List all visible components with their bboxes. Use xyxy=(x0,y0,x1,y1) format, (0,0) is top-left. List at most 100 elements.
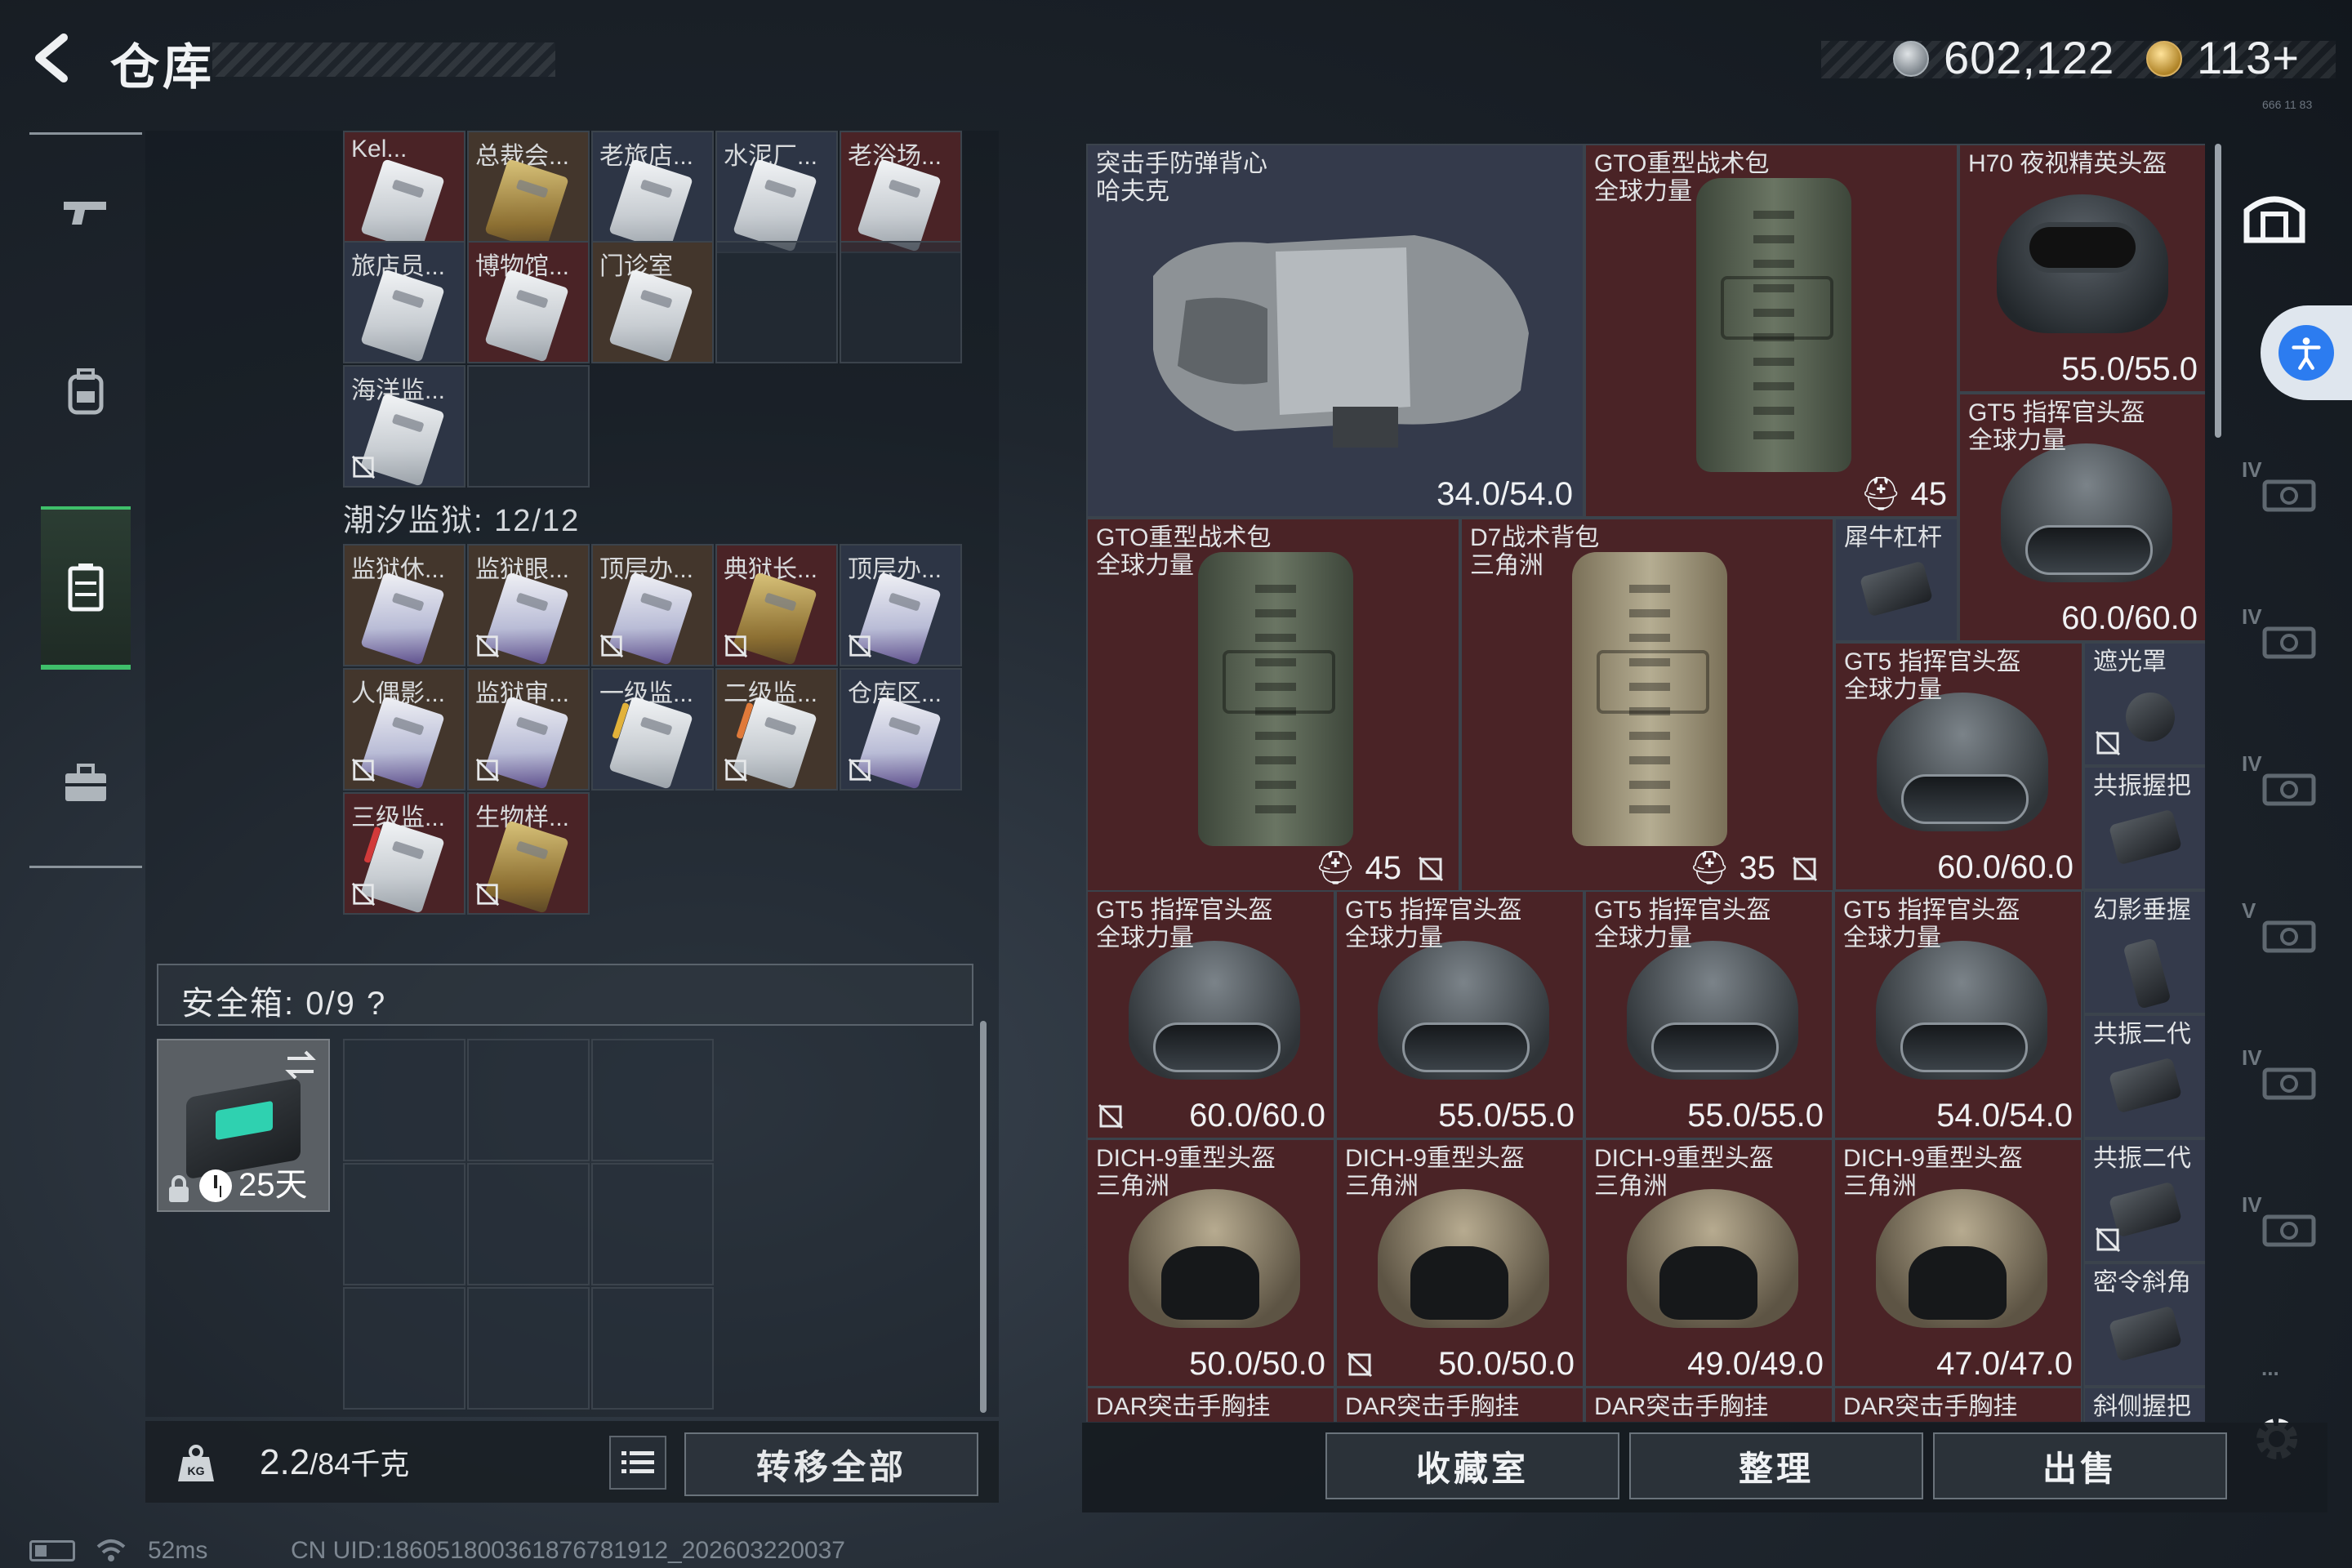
safebox-case[interactable]: 25天 xyxy=(157,1039,330,1212)
rail-filter-4[interactable]: IV xyxy=(2242,1045,2332,1119)
swap-icon[interactable] xyxy=(283,1047,318,1083)
list-view-button[interactable] xyxy=(609,1436,666,1490)
keycard-slot[interactable]: Kel... xyxy=(343,131,466,253)
stash-item-d7-pack[interactable]: D7战术背包 三角洲 ⛑ 35 xyxy=(1460,518,1834,892)
empty-slot[interactable] xyxy=(715,241,838,363)
stash-item-gto-pack[interactable]: GTO重型战术包 全球力量 ⛑ 45 xyxy=(1584,144,1958,518)
keycard-slot[interactable]: 顶层办... xyxy=(840,544,962,666)
storage-scrollbar[interactable] xyxy=(980,1021,987,1413)
keycard-slot[interactable]: 博物馆... xyxy=(467,241,590,363)
safebox-slot[interactable] xyxy=(467,1287,590,1410)
stash-item-dich-helmet[interactable]: DICH-9重型头盔 三角洲 50.0/50.0 xyxy=(1335,1138,1584,1388)
rail-filter-0[interactable]: IV xyxy=(2242,457,2332,531)
keycard-slot[interactable]: 老旅店... xyxy=(591,131,714,253)
item-name: DAR突击手胸挂 xyxy=(1345,1393,1520,1420)
stash-item-dar-rig[interactable]: DAR突击手胸挂 xyxy=(1833,1387,2082,1422)
organize-button[interactable]: 整理 xyxy=(1629,1432,1923,1499)
page-title: 仓库 xyxy=(110,40,215,95)
gold-amount[interactable]: 113+ xyxy=(2197,31,2300,84)
stash-item-gto-pack-2[interactable]: GTO重型战术包 全球力量 ⛑ 45 xyxy=(1086,518,1460,892)
keycard-slot[interactable]: 二级监... xyxy=(715,668,838,791)
safebox-slot[interactable] xyxy=(467,1163,590,1285)
nav-weapons[interactable] xyxy=(41,155,131,270)
nav-divider-bottom xyxy=(29,866,142,868)
stash-item-vest[interactable]: 突击手防弹背心 哈夫克 34.0/54.0 xyxy=(1086,144,1584,518)
stash-item-dar-rig[interactable]: DAR突击手胸挂 xyxy=(1584,1387,1833,1422)
stash-item-gt5-helmet[interactable]: GT5 指挥官头盔 全球力量 55.0/55.0 xyxy=(1335,890,1584,1139)
stash-item-command-angle[interactable]: 密令斜角 xyxy=(2083,1263,2205,1387)
keycard-slot[interactable]: 仓库区... xyxy=(840,668,962,791)
safebox-slot[interactable] xyxy=(343,1039,466,1161)
stash-item-h70-helmet[interactable]: H70 夜视精英头盔 55.0/55.0 xyxy=(1958,144,2205,393)
rail-filter-2[interactable]: IV xyxy=(2242,751,2332,825)
safebox-slot[interactable] xyxy=(591,1287,714,1410)
stash-item-gt5-helmet[interactable]: GT5 指挥官头盔 全球力量 60.0/60.0 xyxy=(1958,393,2205,642)
stash-item-dich-helmet[interactable]: DICH-9重型头盔 三角洲 47.0/47.0 xyxy=(1833,1138,2082,1388)
gear-filter-icon xyxy=(2262,1067,2316,1100)
empty-slot[interactable] xyxy=(840,241,962,363)
keycard-slot[interactable]: 旅店员... xyxy=(343,241,466,363)
item-name: 突击手防弹背心 哈夫克 xyxy=(1096,150,1267,205)
nav-toolbox[interactable] xyxy=(41,727,131,841)
stash-item-gt5-helmet[interactable]: GT5 指挥官头盔 全球力量 55.0/55.0 xyxy=(1584,890,1833,1139)
stash-item-side-grip[interactable]: 斜侧握把 xyxy=(2083,1387,2205,1422)
item-durability: 34.0/54.0 xyxy=(1437,476,1573,512)
nav-storage[interactable] xyxy=(41,506,131,670)
rail-more-label: ... xyxy=(2261,1356,2279,1380)
keycard-slot[interactable]: 门诊室 xyxy=(591,241,714,363)
no-share-icon xyxy=(724,634,748,658)
rail-armory[interactable] xyxy=(2242,188,2332,261)
stash-item-dar-rig[interactable]: DAR突击手胸挂 xyxy=(1086,1387,1335,1422)
keycard-icon xyxy=(484,158,569,252)
keycard-slot[interactable]: 海洋监... xyxy=(343,365,466,488)
stash-item-gt5-helmet[interactable]: GT5 指挥官头盔 全球力量 54.0/54.0 xyxy=(1833,890,2082,1139)
keycard-slot[interactable]: 三级监... xyxy=(343,792,466,915)
keycard-slot[interactable]: 老浴场... xyxy=(840,131,962,253)
accessibility-button[interactable] xyxy=(2261,305,2352,400)
transfer-all-button[interactable]: 转移全部 xyxy=(684,1432,978,1496)
keycard-slot[interactable]: 生物样... xyxy=(467,792,590,915)
nav-backpack[interactable] xyxy=(41,335,131,449)
sell-button[interactable]: 出售 xyxy=(1933,1432,2227,1499)
stash-item-gt5-helmet[interactable]: GT5 指挥官头盔 全球力量 60.0/60.0 xyxy=(1086,890,1335,1139)
keycard-slot[interactable]: 人偶影... xyxy=(343,668,466,791)
safebox-slot[interactable] xyxy=(343,1163,466,1285)
item-name: GT5 指挥官头盔 全球力量 xyxy=(1345,897,1522,951)
safebox-slot[interactable] xyxy=(343,1287,466,1410)
no-share-icon xyxy=(848,758,872,782)
stash-item-resonance-2[interactable]: 共振二代 xyxy=(2083,1014,2205,1138)
no-share-icon xyxy=(1098,1103,1124,1129)
rail-filter-6[interactable]: ... xyxy=(2242,1339,2332,1413)
stash-item-gt5-helmet-2[interactable]: GT5 指挥官头盔 全球力量 60.0/60.0 xyxy=(1834,642,2083,891)
stash-scrollbar[interactable] xyxy=(2215,144,2221,438)
stash-item-resonance-grip[interactable]: 共振握把 xyxy=(2083,766,2205,890)
collection-room-button[interactable]: 收藏室 xyxy=(1325,1432,1619,1499)
stash-item-phantom-grip[interactable]: 幻影垂握 xyxy=(2083,890,2205,1014)
keycard-slot[interactable]: 监狱眼... xyxy=(467,544,590,666)
keycard-slot[interactable]: 监狱休... xyxy=(343,544,466,666)
stash-item-rhino-lever[interactable]: 犀牛杠杆 xyxy=(1834,518,1958,642)
rail-filter-3[interactable]: V xyxy=(2242,898,2332,972)
back-button[interactable] xyxy=(24,29,90,95)
keycard-slot[interactable]: 总裁会... xyxy=(467,131,590,253)
silver-amount[interactable]: 602,122 xyxy=(1944,31,2114,84)
keycard-slot[interactable]: 水泥厂... xyxy=(715,131,838,253)
safebox-slot[interactable] xyxy=(591,1039,714,1161)
item-name: 共振握把 xyxy=(2093,773,2191,800)
empty-slot[interactable] xyxy=(467,365,590,488)
safebox-header: 安全箱: 0/9 ? xyxy=(157,964,973,1026)
stash-item-dich-helmet[interactable]: DICH-9重型头盔 三角洲 50.0/50.0 xyxy=(1086,1138,1335,1388)
safebox-slot[interactable] xyxy=(467,1039,590,1161)
stash-item-dich-helmet[interactable]: DICH-9重型头盔 三角洲 49.0/49.0 xyxy=(1584,1138,1833,1388)
stash-item-shade[interactable]: 遮光罩 xyxy=(2083,642,2205,766)
stash-item-resonance-2b[interactable]: 共振二代 xyxy=(2083,1138,2205,1263)
keycard-slot[interactable]: 一级监... xyxy=(591,668,714,791)
help-icon[interactable]: ? xyxy=(367,986,386,1022)
keycard-slot[interactable]: 顶层办... xyxy=(591,544,714,666)
keycard-slot[interactable]: 监狱审... xyxy=(467,668,590,791)
rail-filter-5[interactable]: IV xyxy=(2242,1192,2332,1266)
safebox-slot[interactable] xyxy=(591,1163,714,1285)
rail-filter-1[interactable]: IV xyxy=(2242,604,2332,678)
keycard-slot[interactable]: 典狱长... xyxy=(715,544,838,666)
stash-item-dar-rig[interactable]: DAR突击手胸挂 xyxy=(1335,1387,1584,1422)
